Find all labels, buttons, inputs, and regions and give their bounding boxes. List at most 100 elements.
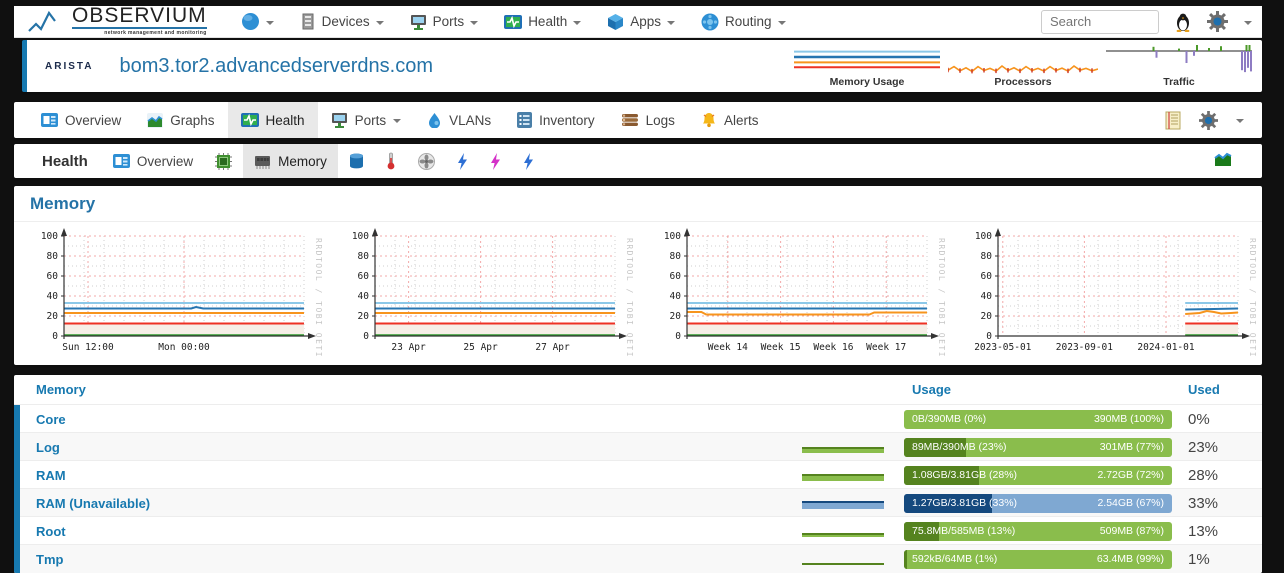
caret-down-icon[interactable] (1236, 119, 1244, 123)
caret-down-icon[interactable] (1244, 21, 1252, 25)
subtab-overview[interactable]: Overview (102, 144, 204, 178)
table-row: Log89MB/390MB (23%)301MB (77%)23% (14, 433, 1262, 461)
devices-icon (300, 13, 316, 30)
tab-logs[interactable]: Logs (608, 102, 688, 138)
section-title: Memory (14, 186, 1262, 222)
tabbar-right-icons (1165, 111, 1254, 130)
svg-text:25 Apr: 25 Apr (464, 342, 499, 353)
mempool-sparkline[interactable] (802, 467, 884, 483)
caret-down-icon (470, 21, 478, 25)
usage-label-left: 1.27GB/3.81GB (33%) (912, 494, 1017, 513)
gear-icon[interactable] (1207, 11, 1228, 32)
subtab-storage[interactable] (338, 144, 375, 178)
search-input[interactable] (1041, 10, 1159, 34)
thermometer-icon (386, 152, 396, 170)
navbar-right (1041, 10, 1252, 34)
tab-health[interactable]: Health (228, 102, 318, 138)
usage-bar: 1.27GB/3.81GB (33%)2.54GB (67%) (904, 494, 1172, 513)
svg-text:80: 80 (981, 251, 993, 262)
mempool-sparkline[interactable] (802, 523, 884, 539)
memory-rrd-graph-month[interactable]: 020406080100Week 14Week 15Week 16Week 17… (643, 226, 945, 363)
health-subtabbar: Health Overview Memory (14, 144, 1262, 178)
memory-icon (254, 154, 271, 169)
menu-globe[interactable] (241, 12, 274, 31)
mempool-sparkline[interactable] (802, 495, 884, 511)
mempool-name: Tmp (20, 552, 802, 567)
svg-text:100: 100 (663, 231, 680, 242)
mini-graph-label: Traffic (1104, 76, 1254, 88)
svg-text:100: 100 (975, 231, 992, 242)
tab-ports[interactable]: Ports (318, 102, 415, 138)
usage-bar-cell: 1.08GB/3.81GB (28%)2.72GB (72%) (904, 466, 1172, 485)
tab-label: Overview (65, 113, 121, 128)
menu-routing[interactable]: Routing (701, 13, 786, 31)
svg-text:Week 17: Week 17 (866, 342, 906, 353)
rrd-graph: 020406080100Sun 12:00Mon 00:00RRDTOOL / … (20, 226, 322, 358)
caret-down-icon (778, 21, 786, 25)
svg-text:0: 0 (675, 331, 681, 342)
caret-down-icon (266, 21, 274, 25)
subtab-current[interactable] (479, 144, 512, 178)
tab-alerts[interactable]: Alerts (688, 102, 772, 138)
usage-bar-cell: 1.27GB/3.81GB (33%)2.54GB (67%) (904, 494, 1172, 513)
svg-text:100: 100 (352, 231, 369, 242)
memory-table: MemoryUsageUsedCore0B/390MB (0%)390MB (1… (14, 375, 1262, 573)
memory-rrd-graph-week[interactable]: 02040608010023 Apr25 Apr27 AprRRDTOOL / … (331, 226, 633, 363)
device-tabbar: Overview Graphs Health Ports VLANs (14, 102, 1262, 138)
health-icon (504, 14, 522, 30)
bolt-blue-icon (457, 153, 468, 170)
svg-text:60: 60 (669, 271, 681, 282)
mempool-name: RAM (Unavailable) (20, 496, 802, 511)
menu-devices[interactable]: Devices (300, 13, 384, 30)
used-percent: 33% (1172, 495, 1262, 512)
mini-graph-memory-usage[interactable]: Memory Usage (792, 45, 942, 88)
menu-ports[interactable]: Ports (410, 14, 479, 30)
svg-text:RRDTOOL / TOBI OETIKER: RRDTOOL / TOBI OETIKER (314, 238, 322, 358)
table-row: Core0B/390MB (0%)390MB (100%)0% (14, 405, 1262, 433)
penguin-icon[interactable] (1175, 12, 1191, 32)
subtab-power[interactable] (512, 144, 545, 178)
menu-label: Health (528, 14, 567, 29)
mempool-sparkline[interactable] (802, 439, 884, 455)
svg-text:40: 40 (358, 291, 370, 302)
tab-overview[interactable]: Overview (28, 102, 134, 138)
memory-graphs-row: 020406080100Sun 12:00Mon 00:00RRDTOOL / … (14, 222, 1262, 365)
mempool-sparkline[interactable] (802, 411, 884, 427)
gear-icon[interactable] (1199, 111, 1218, 130)
used-percent: 23% (1172, 439, 1262, 456)
menu-apps[interactable]: Apps (607, 13, 675, 31)
svg-text:RRDTOOL / TOBI OETIKER: RRDTOOL / TOBI OETIKER (625, 238, 633, 358)
usage-label-right: 509MB (87%) (1100, 522, 1164, 541)
observium-logo[interactable]: OBSERVIUM network management and monitor… (28, 7, 207, 36)
tab-vlans[interactable]: VLANs (414, 102, 504, 138)
subtab-voltage[interactable] (446, 144, 479, 178)
sparkline-line (802, 501, 884, 503)
memory-rrd-graph-day[interactable]: 020406080100Sun 12:00Mon 00:00RRDTOOL / … (20, 226, 322, 363)
logo-text: OBSERVIUM (72, 4, 207, 27)
usage-label-left: 89MB/390MB (23%) (912, 438, 1007, 457)
ports-icon (410, 14, 427, 30)
svg-text:60: 60 (358, 271, 370, 282)
mempool-name: Log (20, 440, 802, 455)
tab-graphs[interactable]: Graphs (134, 102, 227, 138)
graphs-icon (147, 113, 163, 128)
mini-graph-traffic[interactable]: Traffic (1104, 45, 1254, 88)
device-hostname[interactable]: bom3.tor2.advancedserverdns.com (119, 55, 433, 78)
notes-icon[interactable] (1165, 111, 1181, 130)
usage-bar: 1.08GB/3.81GB (28%)2.72GB (72%) (904, 466, 1172, 485)
subtab-memory[interactable]: Memory (243, 144, 338, 178)
subtab-processors[interactable] (204, 144, 243, 178)
menu-health[interactable]: Health (504, 14, 581, 30)
usage-bar: 0B/390MB (0%)390MB (100%) (904, 410, 1172, 429)
areachart-icon[interactable] (1214, 151, 1232, 167)
tab-inventory[interactable]: Inventory (504, 102, 608, 138)
memory-rrd-graph-year[interactable]: 0204060801002023-05-012023-09-012024-01-… (954, 226, 1256, 363)
subtab-fans[interactable] (407, 144, 446, 178)
svg-text:40: 40 (669, 291, 681, 302)
rrd-graph: 02040608010023 Apr25 Apr27 AprRRDTOOL / … (331, 226, 633, 358)
routing-icon (701, 13, 719, 31)
subtab-temperature[interactable] (375, 144, 407, 178)
mempool-sparkline[interactable] (802, 551, 884, 567)
mini-graph-processors[interactable]: Processors (948, 45, 1098, 88)
svg-text:Sun 12:00: Sun 12:00 (62, 342, 114, 353)
